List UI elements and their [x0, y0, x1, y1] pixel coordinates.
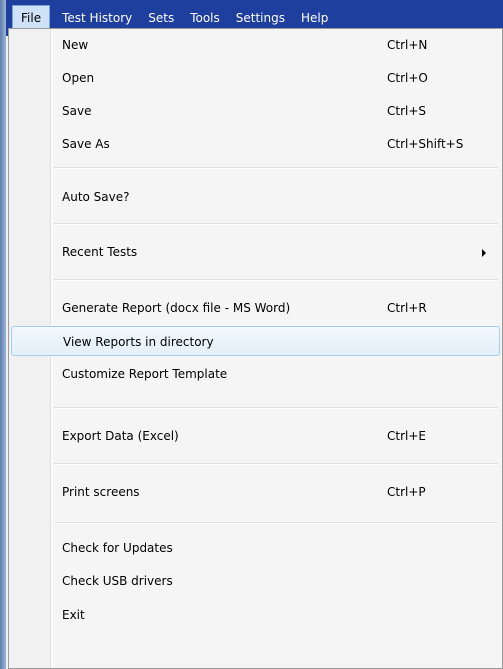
menu-item-check-updates[interactable]: Check for Updates [11, 533, 500, 563]
menu-separator [54, 167, 498, 169]
submenu-arrow-icon [482, 249, 486, 257]
menu-item-open[interactable]: Open Ctrl+O [11, 63, 500, 93]
menu-item-label: Check USB drivers [62, 574, 173, 588]
menu-item-new[interactable]: New Ctrl+N [11, 30, 500, 60]
menu-item-customize-template[interactable]: Customize Report Template [11, 359, 500, 389]
menu-item-label: Exit [62, 608, 85, 622]
menu-item-label: Save [62, 104, 92, 118]
menu-item-recent-tests[interactable]: Recent Tests [11, 237, 500, 267]
menu-item-label: Print screens [62, 485, 140, 499]
menu-item-shortcut: Ctrl+S [387, 104, 427, 118]
menu-item-label: Check for Updates [62, 541, 173, 555]
menu-item-exit[interactable]: Exit [11, 600, 500, 630]
menu-item-view-reports[interactable]: View Reports in directory [11, 326, 500, 356]
menu-separator [54, 522, 498, 524]
menu-item-label: Generate Report (docx file - MS Word) [62, 301, 291, 315]
menu-item-label: Export Data (Excel) [62, 429, 179, 443]
menu-item-label: Open [62, 71, 95, 85]
menu-item-shortcut: Ctrl+R [387, 301, 427, 315]
menu-separator [54, 463, 498, 465]
menu-item-label: Customize Report Template [62, 367, 228, 381]
menu-item-shortcut: Ctrl+E [387, 429, 426, 443]
menu-item-export-data[interactable]: Export Data (Excel) Ctrl+E [11, 421, 500, 451]
menu-item-label: Save As [62, 137, 110, 151]
menu-item-label: New [62, 38, 89, 52]
menu-item-generate-report[interactable]: Generate Report (docx file - MS Word) Ct… [11, 293, 500, 323]
menu-separator [54, 279, 498, 281]
menu-item-save[interactable]: Save Ctrl+S [11, 96, 500, 126]
window-left-edge [0, 0, 6, 669]
menu-item-print-screens[interactable]: Print screens Ctrl+P [11, 477, 500, 507]
menu-item-label: Auto Save? [62, 190, 130, 204]
menu-item-auto-save[interactable]: Auto Save? [11, 182, 500, 212]
menu-item-shortcut: Ctrl+N [387, 38, 428, 52]
menu-item-shortcut: Ctrl+O [387, 71, 428, 85]
menu-separator [54, 223, 498, 225]
menu-item-shortcut: Ctrl+Shift+S [387, 137, 464, 151]
menu-item-shortcut: Ctrl+P [387, 485, 426, 499]
file-menu-dropdown: New Ctrl+N Open Ctrl+O Save Ctrl+S Save … [8, 28, 503, 669]
menu-item-label: View Reports in directory [63, 335, 214, 349]
menu-item-save-as[interactable]: Save As Ctrl+Shift+S [11, 129, 500, 159]
menu-separator [54, 407, 498, 409]
menu-item-check-usb[interactable]: Check USB drivers [11, 566, 500, 596]
menu-item-label: Recent Tests [62, 245, 138, 259]
